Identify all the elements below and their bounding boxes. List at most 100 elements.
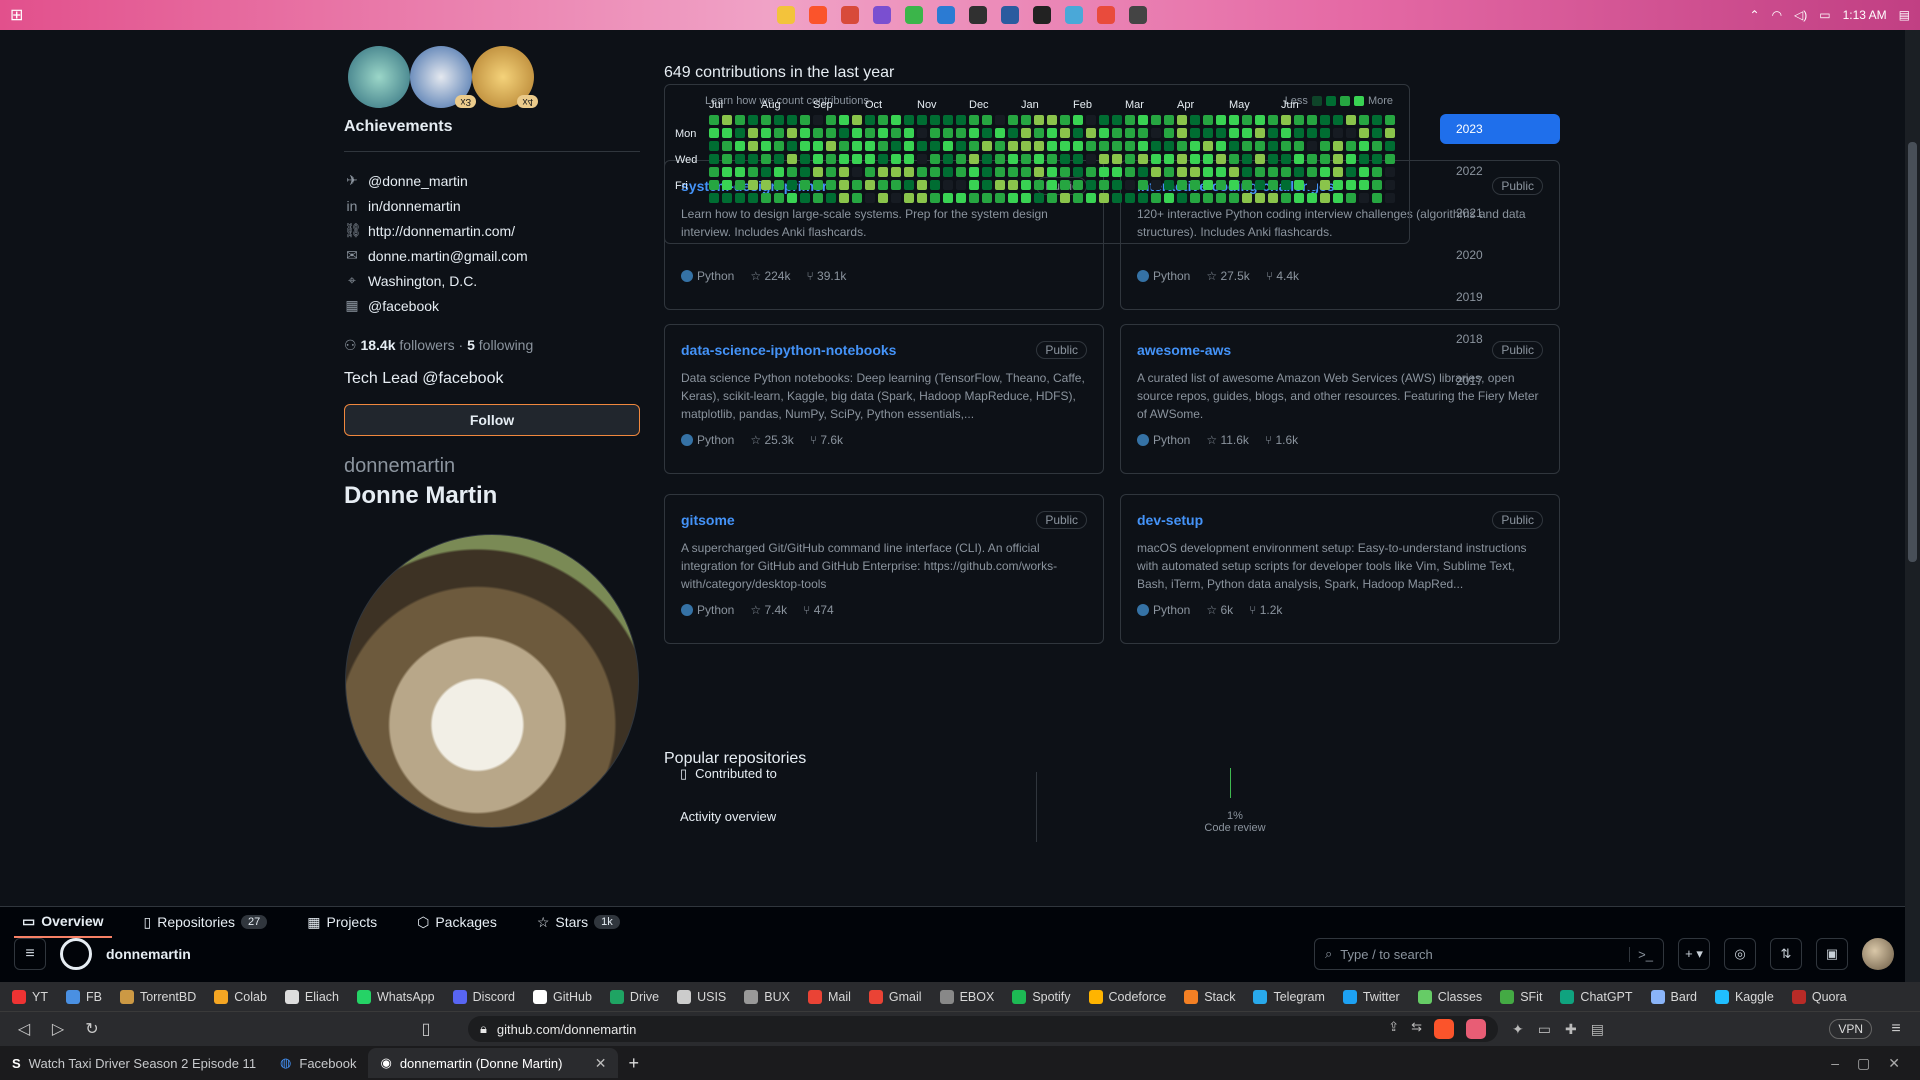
contribution-day[interactable] bbox=[930, 180, 940, 190]
contribution-day[interactable] bbox=[1151, 193, 1161, 203]
contribution-day[interactable] bbox=[1151, 167, 1161, 177]
contribution-day[interactable] bbox=[1242, 167, 1252, 177]
contribution-day[interactable] bbox=[1008, 193, 1018, 203]
repo-forks[interactable]: ⑂ 1.2k bbox=[1249, 603, 1282, 617]
contribution-day[interactable] bbox=[1229, 115, 1239, 125]
bookmark-item[interactable]: Twitter bbox=[1342, 989, 1400, 1004]
linkedin[interactable]: in/donnemartin bbox=[368, 198, 461, 214]
contribution-day[interactable] bbox=[1320, 193, 1330, 203]
contribution-day[interactable] bbox=[813, 141, 823, 151]
contribution-day[interactable] bbox=[891, 193, 901, 203]
bookmark-item[interactable]: WhatsApp bbox=[356, 989, 435, 1004]
brave-rewards-icon[interactable] bbox=[1466, 1019, 1486, 1039]
contribution-day[interactable] bbox=[748, 180, 758, 190]
contribution-day[interactable] bbox=[735, 180, 745, 190]
contribution-day[interactable] bbox=[709, 128, 719, 138]
contribution-day[interactable] bbox=[826, 128, 836, 138]
contribution-day[interactable] bbox=[1190, 141, 1200, 151]
contribution-day[interactable] bbox=[1021, 180, 1031, 190]
contribution-day[interactable] bbox=[1073, 180, 1083, 190]
year-link[interactable]: 2018 bbox=[1440, 324, 1560, 354]
follow-button[interactable]: Follow bbox=[344, 404, 640, 436]
contribution-day[interactable] bbox=[787, 154, 797, 164]
contribution-day[interactable] bbox=[1359, 154, 1369, 164]
contribution-day[interactable] bbox=[1086, 115, 1096, 125]
page-scrollbar[interactable] bbox=[1905, 0, 1920, 982]
bookmark-item[interactable]: Mail bbox=[807, 989, 851, 1004]
contribution-day[interactable] bbox=[1034, 154, 1044, 164]
taskbar-app-icon[interactable] bbox=[1065, 6, 1084, 24]
contribution-day[interactable] bbox=[1125, 167, 1135, 177]
contribution-day[interactable] bbox=[995, 128, 1005, 138]
contribution-day[interactable] bbox=[1242, 115, 1252, 125]
contribution-day[interactable] bbox=[982, 128, 992, 138]
contribution-day[interactable] bbox=[774, 167, 784, 177]
contribution-day[interactable] bbox=[1281, 180, 1291, 190]
profile-avatar[interactable] bbox=[345, 534, 639, 828]
contribution-day[interactable] bbox=[1060, 167, 1070, 177]
contribution-day[interactable] bbox=[852, 141, 862, 151]
repo-stars[interactable]: ☆ 6k bbox=[1206, 603, 1233, 617]
contribution-day[interactable] bbox=[1125, 193, 1135, 203]
inbox-icon[interactable]: ▣ bbox=[1816, 938, 1848, 970]
contribution-day[interactable] bbox=[722, 141, 732, 151]
contribution-day[interactable] bbox=[1164, 167, 1174, 177]
contribution-day[interactable] bbox=[813, 154, 823, 164]
contribution-day[interactable] bbox=[995, 193, 1005, 203]
contribution-day[interactable] bbox=[1164, 128, 1174, 138]
contribution-day[interactable] bbox=[904, 141, 914, 151]
year-link[interactable]: 2020 bbox=[1440, 240, 1560, 270]
menu-icon[interactable]: ≡ bbox=[1886, 1020, 1906, 1038]
contribution-day[interactable] bbox=[774, 154, 784, 164]
scrollbar-thumb[interactable] bbox=[1908, 142, 1917, 562]
contribution-day[interactable] bbox=[1281, 115, 1291, 125]
contribution-day[interactable] bbox=[1346, 180, 1356, 190]
contribution-day[interactable] bbox=[1203, 141, 1213, 151]
puzzle-icon[interactable]: ✚ bbox=[1565, 1021, 1577, 1038]
contribution-day[interactable] bbox=[1385, 128, 1395, 138]
contribution-day[interactable] bbox=[1333, 167, 1343, 177]
contribution-day[interactable] bbox=[722, 128, 732, 138]
contribution-day[interactable] bbox=[1242, 154, 1252, 164]
contribution-day[interactable] bbox=[813, 167, 823, 177]
repo-forks[interactable]: ⑂ 1.6k bbox=[1265, 433, 1298, 447]
contribution-day[interactable] bbox=[839, 180, 849, 190]
contribution-day[interactable] bbox=[878, 115, 888, 125]
contribution-day[interactable] bbox=[709, 115, 719, 125]
contribution-day[interactable] bbox=[1372, 180, 1382, 190]
contribution-day[interactable] bbox=[1047, 141, 1057, 151]
wifi-icon[interactable]: ◠ bbox=[1772, 8, 1782, 22]
contribution-day[interactable] bbox=[1255, 180, 1265, 190]
contribution-day[interactable] bbox=[1112, 167, 1122, 177]
contribution-day[interactable] bbox=[982, 180, 992, 190]
taskbar-app-icon[interactable] bbox=[873, 6, 892, 24]
contribution-day[interactable] bbox=[813, 180, 823, 190]
wallet-icon[interactable]: ▭ bbox=[1538, 1021, 1551, 1038]
contribution-day[interactable] bbox=[1268, 180, 1278, 190]
contribution-day[interactable] bbox=[826, 115, 836, 125]
contribution-day[interactable] bbox=[1151, 128, 1161, 138]
repo-stars[interactable]: ☆ 11.6k bbox=[1206, 433, 1249, 447]
contribution-day[interactable] bbox=[839, 115, 849, 125]
contribution-day[interactable] bbox=[930, 193, 940, 203]
contribution-day[interactable] bbox=[917, 180, 927, 190]
contribution-day[interactable] bbox=[865, 128, 875, 138]
contribution-day[interactable] bbox=[1294, 141, 1304, 151]
contribution-day[interactable] bbox=[1281, 193, 1291, 203]
contribution-day[interactable] bbox=[878, 154, 888, 164]
contribution-day[interactable] bbox=[1281, 141, 1291, 151]
contribution-day[interactable] bbox=[1008, 167, 1018, 177]
contribution-day[interactable] bbox=[956, 115, 966, 125]
contribution-day[interactable] bbox=[982, 141, 992, 151]
contribution-day[interactable] bbox=[748, 167, 758, 177]
extension-icon[interactable]: ✦ bbox=[1512, 1021, 1524, 1038]
contribution-day[interactable] bbox=[1073, 193, 1083, 203]
contribution-day[interactable] bbox=[761, 128, 771, 138]
contribution-day[interactable] bbox=[800, 167, 810, 177]
contribution-day[interactable] bbox=[891, 115, 901, 125]
contribution-day[interactable] bbox=[774, 141, 784, 151]
contribution-day[interactable] bbox=[1125, 128, 1135, 138]
contribution-day[interactable] bbox=[1073, 115, 1083, 125]
contribution-day[interactable] bbox=[1268, 167, 1278, 177]
contribution-day[interactable] bbox=[1268, 141, 1278, 151]
